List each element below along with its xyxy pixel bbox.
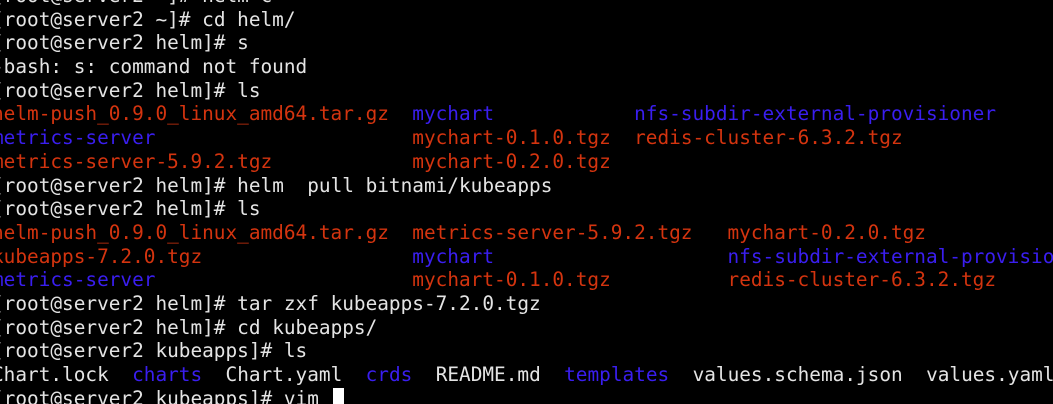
- shell-prompt: [root@server2 ~]#: [0, 0, 202, 7]
- terminal-line: kubeapps-7.2.0.tgz mychart nfs-subdir-ex…: [0, 245, 1053, 269]
- shell-command: cd helm/: [202, 7, 296, 31]
- text-cursor[interactable]: [332, 387, 344, 404]
- terminal-line: Chart.lock charts Chart.yaml crds README…: [0, 363, 1053, 387]
- terminal-line: [root@server2 ~]# cd helm/: [0, 8, 1053, 32]
- shell-command: ls: [237, 197, 261, 221]
- terminal-line: [root@server2 helm]# tar zxf kubeapps-7.…: [0, 292, 1053, 316]
- directory-entry: nfs-subdir-external-provisioner: [634, 102, 997, 126]
- shell-command: cd kubeapps/: [237, 315, 378, 339]
- column-gap: [389, 102, 412, 125]
- terminal-line: [root@server2 helm]# ls: [0, 197, 1053, 221]
- file-entry: kubeapps-7.2.0.tgz: [0, 244, 203, 268]
- file-entry: Chart.yaml: [225, 363, 343, 386]
- file-entry: values.schema.json: [692, 363, 903, 386]
- shell-prompt: [root@server2 helm]#: [0, 173, 238, 197]
- column-gap: [389, 221, 412, 244]
- file-entry: mychart-0.1.0.tgz: [412, 126, 611, 150]
- file-entry: metrics-server-5.9.2.tgz: [0, 149, 273, 173]
- column-gap: [109, 363, 132, 386]
- column-gap: [541, 363, 564, 386]
- directory-entry: crds: [365, 363, 413, 386]
- file-entry: redis-cluster-6.3.2.tgz: [634, 126, 903, 150]
- terminal-line: [root@server2 helm]# ls: [0, 79, 1053, 103]
- shell-prompt: [root@server2 helm]#: [0, 197, 238, 221]
- column-gap: [611, 268, 728, 291]
- terminal-line: -bash: s: command not found: [0, 55, 1053, 79]
- directory-entry: templates: [564, 363, 670, 386]
- column-gap: [494, 245, 727, 268]
- column-gap: [903, 363, 926, 386]
- file-entry: mychart-0.1.0.tgz: [412, 268, 611, 292]
- column-gap: [494, 102, 634, 125]
- terminal-line: [root@server2 helm]# helm pull bitnami/k…: [0, 174, 1053, 198]
- directory-entry: nfs-subdir-external-provisioner: [727, 244, 1053, 268]
- shell-command: helm c: [202, 0, 272, 7]
- shell-prompt: [root@server2 kubeapps]#: [0, 339, 284, 363]
- shell-command: tar zxf kubeapps-7.2.0.tgz: [237, 291, 541, 315]
- terminal-window[interactable]: [root@server2 ~]# helm c[root@server2 ~]…: [0, 0, 1053, 404]
- column-gap: [412, 363, 435, 386]
- file-entry: README.md: [435, 363, 541, 386]
- shell-prompt: [root@server2 helm]#: [0, 315, 238, 339]
- column-gap: [202, 245, 412, 268]
- command-output: -bash: s: command not found: [0, 55, 308, 79]
- shell-prompt: [root@server2 helm]#: [0, 78, 238, 102]
- shell-prompt: [root@server2 helm]#: [0, 31, 238, 55]
- file-entry: mychart-0.2.0.tgz: [412, 149, 611, 173]
- column-gap: [669, 363, 692, 386]
- file-entry: metrics-server-5.9.2.tgz: [412, 220, 693, 244]
- directory-entry: mychart: [412, 244, 495, 268]
- file-entry: mychart-0.2.0.tgz: [727, 220, 926, 244]
- column-gap: [692, 221, 727, 244]
- terminal-line: [root@server2 helm]# s: [0, 31, 1053, 55]
- terminal-line: helm-push_0.9.0_linux_amd64.tar.gz mycha…: [0, 102, 1053, 126]
- terminal-line: metrics-server mychart-0.1.0.tgz redis-c…: [0, 268, 1053, 292]
- terminal-line: [root@server2 kubeapps]# vim: [0, 387, 1053, 404]
- directory-entry: metrics-server: [0, 126, 156, 150]
- terminal-line: helm-push_0.9.0_linux_amd64.tar.gz metri…: [0, 221, 1053, 245]
- terminal-line: [root@server2 kubeapps]# ls: [0, 339, 1053, 363]
- directory-entry: mychart: [412, 102, 495, 126]
- directory-entry: charts: [132, 363, 203, 386]
- shell-prompt: [root@server2 ~]#: [0, 7, 203, 31]
- column-gap: [272, 150, 412, 173]
- file-entry: Chart.lock: [0, 363, 109, 386]
- shell-command: ls: [237, 78, 261, 102]
- shell-prompt: [root@server2 helm]#: [0, 291, 238, 315]
- file-entry: helm-push_0.9.0_linux_amd64.tar.gz: [0, 102, 389, 126]
- terminal-line: metrics-server mychart-0.1.0.tgz redis-c…: [0, 126, 1053, 150]
- column-gap: [155, 268, 412, 291]
- directory-entry: metrics-server: [0, 268, 156, 292]
- terminal-line: [root@server2 ~]# helm c: [0, 0, 1053, 8]
- terminal-line: [root@server2 helm]# cd kubeapps/: [0, 316, 1053, 340]
- column-gap: [342, 363, 365, 386]
- file-entry: helm-push_0.9.0_linux_amd64.tar.gz: [0, 220, 389, 244]
- file-entry: redis-cluster-6.3.2.tgz: [727, 268, 997, 292]
- shell-command: helm pull bitnami/kubeapps: [237, 173, 553, 197]
- terminal-output: [root@server2 ~]# helm c[root@server2 ~]…: [0, 0, 1053, 404]
- shell-command: ls: [283, 339, 308, 363]
- file-entry: values.yaml: [926, 363, 1053, 386]
- column-gap: [611, 126, 634, 149]
- column-gap: [202, 363, 225, 386]
- shell-command: s: [237, 31, 249, 55]
- column-gap: [155, 126, 412, 149]
- shell-prompt: [root@server2 kubeapps]#: [0, 386, 284, 404]
- terminal-line: metrics-server-5.9.2.tgz mychart-0.2.0.t…: [0, 150, 1053, 174]
- shell-command: vim: [283, 386, 331, 404]
